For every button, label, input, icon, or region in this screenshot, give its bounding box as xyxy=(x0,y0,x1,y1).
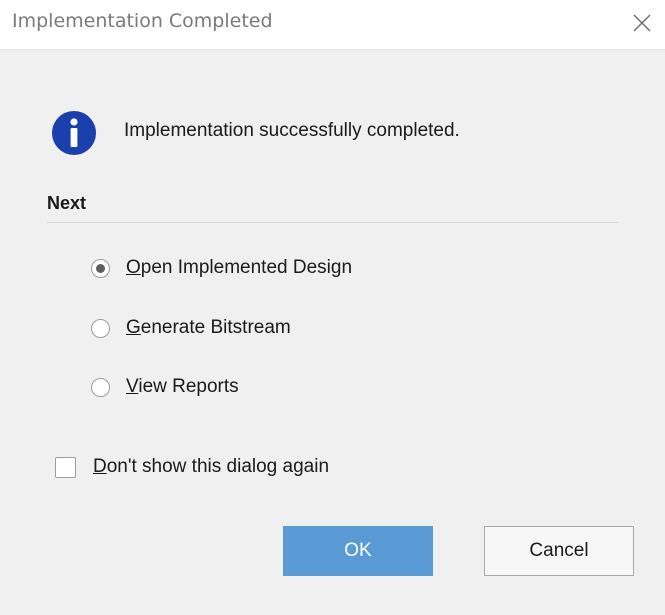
implementation-completed-dialog: Implementation Completed Implementation … xyxy=(0,0,665,615)
dont-show-again-row[interactable]: Don't show this dialog again xyxy=(55,454,329,480)
radio-label: Open Implemented Design xyxy=(126,257,353,278)
close-icon xyxy=(633,14,651,32)
dont-show-again-checkbox[interactable] xyxy=(55,456,76,478)
window-title: Implementation Completed xyxy=(12,10,273,32)
radio-button-checked[interactable] xyxy=(91,258,110,278)
cancel-button[interactable]: Cancel xyxy=(484,526,634,576)
radio-label: Generate Bitstream xyxy=(126,317,291,338)
dont-show-again-label: Don't show this dialog again xyxy=(93,456,330,477)
title-bar: Implementation Completed xyxy=(0,0,665,50)
next-section-label: Next xyxy=(47,193,87,213)
ok-button[interactable]: OK xyxy=(283,526,433,576)
separator xyxy=(47,222,618,223)
radio-button[interactable] xyxy=(91,318,110,338)
close-button[interactable] xyxy=(625,6,659,40)
radio-label: View Reports xyxy=(126,376,239,397)
radio-view-reports[interactable]: View Reports xyxy=(91,374,239,400)
radio-open-implemented-design[interactable]: Open Implemented Design xyxy=(91,255,352,281)
info-icon xyxy=(52,111,96,155)
radio-button[interactable] xyxy=(91,377,110,397)
radio-generate-bitstream[interactable]: Generate Bitstream xyxy=(91,315,291,341)
info-message: Implementation successfully completed. xyxy=(124,120,460,141)
